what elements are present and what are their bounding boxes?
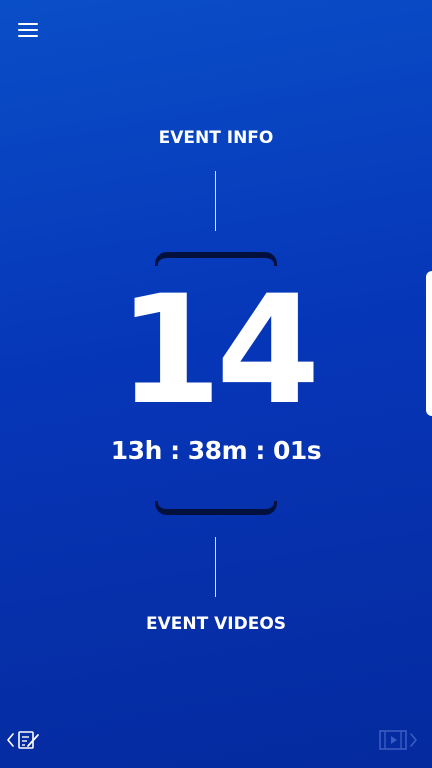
divider-line-bottom bbox=[215, 537, 216, 597]
countdown-days: 14 bbox=[117, 264, 321, 438]
hamburger-menu-icon-line bbox=[18, 23, 38, 25]
event-info-link[interactable]: EVENT INFO bbox=[0, 128, 432, 148]
edge-panel-handle[interactable] bbox=[426, 271, 432, 416]
previous-notes-button[interactable] bbox=[6, 728, 46, 752]
video-chevron-right-icon bbox=[379, 730, 417, 750]
countdown-time: 13h : 38m : 01s bbox=[110, 436, 322, 465]
phone-frame-bottom bbox=[155, 501, 277, 515]
divider-line-top bbox=[215, 171, 216, 231]
menu-button[interactable] bbox=[16, 19, 42, 43]
event-videos-link[interactable]: EVENT VIDEOS bbox=[0, 614, 432, 634]
chevron-left-edit-icon bbox=[7, 731, 39, 749]
hamburger-menu-icon-line bbox=[18, 35, 38, 37]
hamburger-menu-icon-line bbox=[18, 29, 38, 31]
next-video-button[interactable] bbox=[378, 728, 420, 752]
